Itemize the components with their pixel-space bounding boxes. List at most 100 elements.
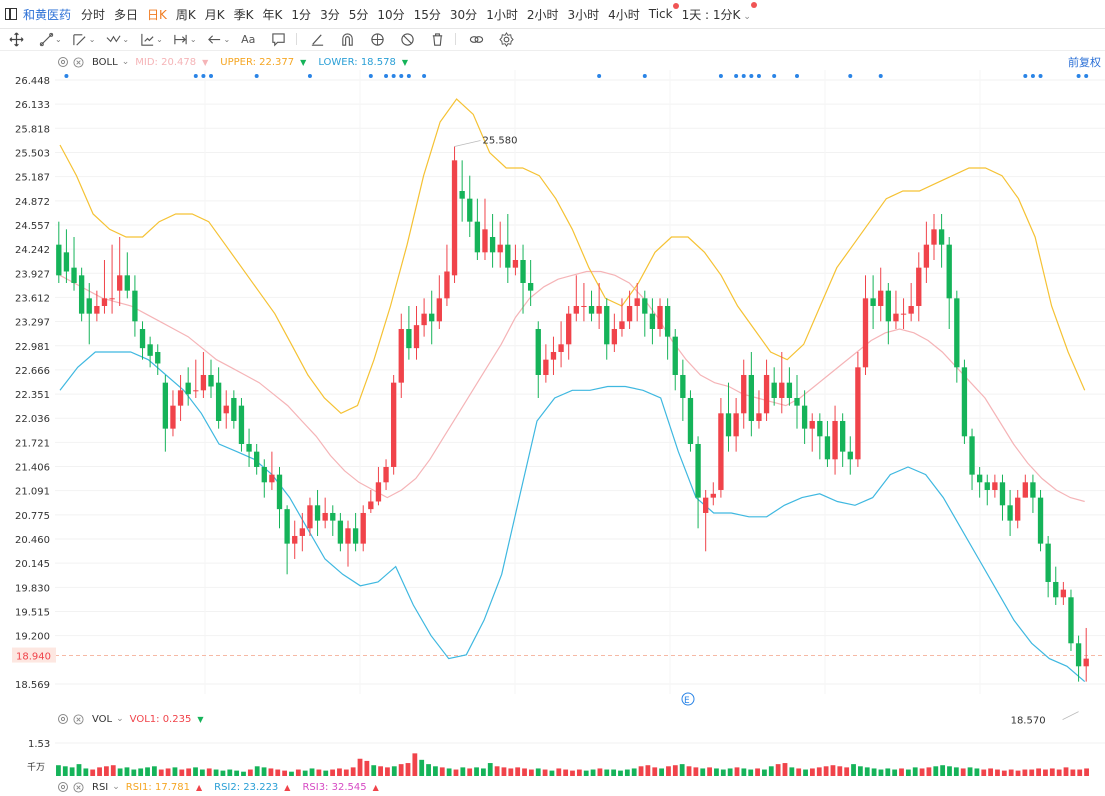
- volume-bar: [439, 767, 445, 776]
- close-icon[interactable]: [73, 56, 84, 68]
- period-3h[interactable]: 3小时: [567, 6, 599, 23]
- magnet-icon[interactable]: [339, 31, 355, 47]
- hide-icon[interactable]: [399, 31, 415, 47]
- volume-bar: [460, 767, 466, 776]
- adjust-mode-button[interactable]: 前复权: [1068, 54, 1101, 70]
- text-icon[interactable]: Aa: [240, 31, 256, 47]
- period-custom[interactable]: 1天 : 1分K ⌄: [682, 1, 757, 23]
- comment-icon[interactable]: [270, 31, 286, 47]
- chevron-down-icon[interactable]: ⌄: [89, 35, 96, 44]
- volume-bar: [700, 768, 706, 776]
- volume-bar: [693, 767, 699, 776]
- wave-icon[interactable]: [105, 31, 121, 47]
- chevron-down-icon[interactable]: ⌄: [122, 35, 129, 44]
- caret-down-icon[interactable]: ▼: [300, 58, 306, 67]
- period-30m[interactable]: 30分: [450, 6, 477, 23]
- period-jik[interactable]: 季K: [234, 6, 254, 23]
- period-2h[interactable]: 2小时: [527, 6, 559, 23]
- chevron-down-icon[interactable]: ⌄: [224, 35, 231, 44]
- chevron-down-icon[interactable]: ⌄: [156, 35, 163, 44]
- volume-bar: [960, 768, 966, 776]
- volume-bar: [686, 766, 692, 776]
- measure-icon[interactable]: [139, 31, 155, 47]
- volume-bar: [556, 768, 562, 776]
- kline-chart[interactable]: 25.580 18.570 26.448 26.133 25.818 25.503 25.…: [0, 0, 1105, 789]
- chevron-down-icon[interactable]: ⌄: [190, 35, 197, 44]
- candle-body: [322, 512, 328, 521]
- boll-lines: [59, 98, 1086, 683]
- candle-body: [710, 493, 716, 498]
- volume-bar: [391, 766, 397, 776]
- period-5m[interactable]: 5分: [349, 6, 369, 23]
- stock-name[interactable]: 和黄医药: [23, 6, 71, 23]
- candle-body: [642, 298, 648, 314]
- period-duori[interactable]: 多日: [114, 6, 138, 23]
- period-zhouk[interactable]: 周K: [176, 6, 196, 23]
- settings-icon[interactable]: [57, 713, 69, 725]
- volume-bar: [542, 769, 548, 776]
- period-1m[interactable]: 1分: [291, 6, 311, 23]
- caret-down-icon[interactable]: ▼: [402, 58, 408, 67]
- range-icon[interactable]: [173, 31, 189, 47]
- move-icon[interactable]: [8, 31, 24, 47]
- volume-bar: [597, 768, 603, 776]
- eye-icon[interactable]: [369, 31, 385, 47]
- close-icon[interactable]: [73, 713, 84, 725]
- volume-bar: [638, 766, 644, 776]
- period-fenshi[interactable]: 分时: [81, 6, 105, 23]
- candle-body: [961, 367, 968, 437]
- candle-body: [878, 290, 884, 306]
- trash-icon[interactable]: [429, 31, 445, 47]
- candle-body: [832, 420, 838, 460]
- period-10m[interactable]: 10分: [377, 6, 404, 23]
- period-15m[interactable]: 15分: [414, 6, 441, 23]
- candle-body: [360, 512, 366, 544]
- arrow-icon[interactable]: [207, 31, 223, 47]
- period-niank[interactable]: 年K: [263, 6, 283, 23]
- settings-icon[interactable]: [57, 781, 69, 793]
- rsi3-value: 32.545: [331, 781, 367, 793]
- volume-bar: [1077, 769, 1083, 776]
- settings-icon[interactable]: [57, 56, 69, 68]
- gear-icon[interactable]: [498, 31, 514, 47]
- candle-body: [254, 451, 260, 467]
- volume-bar: [1022, 769, 1028, 776]
- period-rik[interactable]: 日K: [147, 6, 167, 23]
- candle-body: [482, 229, 488, 253]
- chevron-down-icon[interactable]: ⌄: [122, 57, 130, 67]
- volume-bar: [172, 767, 178, 776]
- event-dot: [1030, 74, 1035, 78]
- candle-body: [330, 512, 336, 521]
- candle-body: [718, 413, 724, 490]
- candle-body: [855, 367, 861, 460]
- volume-bar: [268, 768, 274, 776]
- candle-body: [497, 244, 503, 253]
- chevron-down-icon[interactable]: ⌄: [116, 714, 124, 724]
- line-icon[interactable]: [38, 31, 54, 47]
- caret-down-icon[interactable]: ▼: [202, 58, 208, 67]
- close-icon[interactable]: [73, 781, 84, 793]
- candle-body: [1037, 497, 1044, 544]
- volume-bar: [762, 769, 767, 776]
- caret-up-icon[interactable]: ▲: [373, 783, 379, 792]
- volume-bar: [371, 765, 377, 776]
- panel-toggle-icon[interactable]: [5, 8, 17, 20]
- caret-up-icon[interactable]: ▲: [284, 783, 290, 792]
- period-3m[interactable]: 3分: [320, 6, 340, 23]
- link-icon[interactable]: [468, 31, 484, 47]
- candle-body: [817, 420, 823, 437]
- y-tick-label: 21.406: [15, 463, 50, 474]
- chevron-down-icon[interactable]: ⌄: [112, 782, 120, 792]
- caret-down-icon[interactable]: ▼: [197, 715, 203, 724]
- period-1h[interactable]: 1小时: [486, 6, 518, 23]
- period-tick[interactable]: Tick: [649, 3, 679, 21]
- caret-up-icon[interactable]: ▲: [196, 783, 202, 792]
- pen-icon[interactable]: [309, 31, 325, 47]
- candle-body: [976, 474, 983, 483]
- candle-body: [345, 528, 351, 544]
- chevron-down-icon[interactable]: ⌄: [55, 35, 62, 44]
- price-axis: 26.448 26.133 25.818 25.503 25.187 24.872 24.5…: [12, 76, 56, 691]
- channel-icon[interactable]: [72, 31, 88, 47]
- period-4h[interactable]: 4小时: [608, 6, 640, 23]
- period-yuek[interactable]: 月K: [205, 6, 225, 23]
